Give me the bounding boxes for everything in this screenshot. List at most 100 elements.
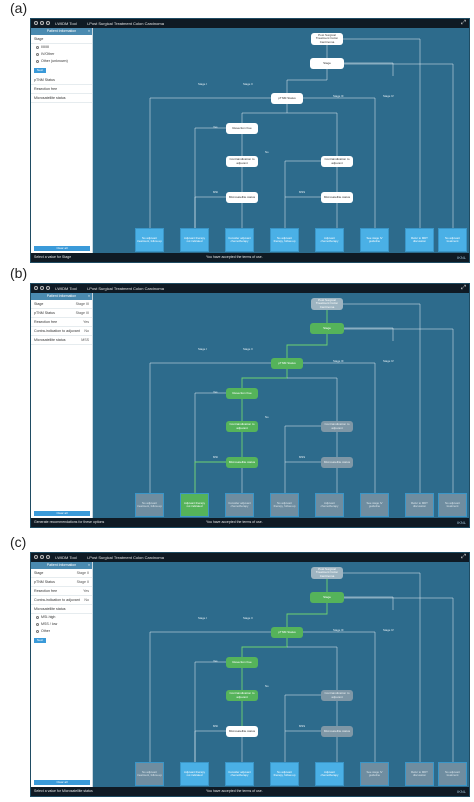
radio-option[interactable]: IV/Other	[31, 51, 92, 58]
sidebar-row[interactable]: Stage	[31, 35, 92, 44]
decision-node-micL[interactable]: Microsatellite status	[226, 457, 258, 468]
radio-icon[interactable]	[36, 45, 39, 49]
outcome-box[interactable]: No adjuvant therapy, follow-up	[270, 762, 299, 786]
terms-notice[interactable]: You have accepted the terms of use.	[206, 253, 263, 262]
radio-option[interactable]: Other (unknown)	[31, 58, 92, 65]
expand-icon[interactable]: ⤢	[461, 553, 466, 562]
outcome-box[interactable]: Adjuvant chemotherapy	[315, 762, 344, 786]
window-control-icon[interactable]	[40, 21, 44, 25]
sidebar-row[interactable]: Stage Stage II	[31, 569, 92, 578]
window-controls[interactable]	[34, 21, 50, 25]
decision-node-conR[interactable]: Contraindication to adjuvant	[321, 421, 353, 432]
outcome-box[interactable]: Adjuvant therapy not indicated	[180, 493, 209, 517]
window-control-icon[interactable]	[34, 286, 38, 290]
sidebar-row[interactable]: Microsatellite status	[31, 94, 92, 103]
sidebar-row[interactable]: Microsatellite status	[31, 605, 92, 614]
outcome-box[interactable]: Adjuvant therapy not indicated	[180, 228, 209, 252]
sidebar-row[interactable]: pTNM Status	[31, 76, 92, 85]
decision-node-conL[interactable]: Contraindication to adjuvant	[226, 690, 258, 701]
radio-option[interactable]: Other	[31, 628, 92, 635]
window-control-icon[interactable]	[40, 555, 44, 559]
terms-notice[interactable]: You have accepted the terms of use.	[206, 787, 263, 796]
window-control-icon[interactable]	[46, 21, 50, 25]
clear-all-button[interactable]: Clear all	[34, 511, 90, 516]
outcome-box[interactable]: No adjuvant treatment, follow-up	[135, 493, 164, 517]
outcome-box[interactable]: No adjuvant treatment	[438, 762, 467, 786]
radio-icon[interactable]	[36, 622, 39, 626]
terms-notice[interactable]: You have accepted the terms of use.	[206, 518, 263, 527]
close-icon[interactable]: ×	[88, 28, 90, 35]
decision-node-conL[interactable]: Contraindication to adjuvant	[226, 421, 258, 432]
window-control-icon[interactable]	[34, 21, 38, 25]
radio-icon[interactable]	[36, 629, 39, 633]
decision-node-top[interactable]: Post Surgical Treatment Colon Carcinoma	[311, 567, 343, 579]
outcome-box[interactable]: Refer to MDT discussion	[405, 493, 434, 517]
outcome-box[interactable]: Refer to MDT discussion	[405, 228, 434, 252]
sidebar-row[interactable]: pTNM Status Stage III	[31, 309, 92, 318]
sidebar-row[interactable]: pTNM Status Stage II	[31, 578, 92, 587]
outcome-box[interactable]: See stage IV guideline	[360, 493, 389, 517]
outcome-box[interactable]: No adjuvant treatment	[438, 493, 467, 517]
expand-icon[interactable]: ⤢	[461, 284, 466, 293]
close-icon[interactable]: ×	[88, 293, 90, 300]
decision-node-resL[interactable]: Resection free	[226, 123, 258, 134]
close-icon[interactable]: ×	[88, 562, 90, 569]
outcome-box[interactable]: No adjuvant treatment, follow-up	[135, 762, 164, 786]
sidebar-row[interactable]: Stage Stage III	[31, 300, 92, 309]
outcome-box[interactable]: Consider adjuvant chemotherapy	[225, 228, 254, 252]
expand-icon[interactable]: ⤢	[461, 19, 466, 28]
window-control-icon[interactable]	[40, 286, 44, 290]
outcome-box[interactable]: See stage IV guideline	[360, 228, 389, 252]
decision-node-conR[interactable]: Contraindication to adjuvant	[321, 156, 353, 167]
clear-all-button[interactable]: Clear all	[34, 246, 90, 251]
decision-node-top[interactable]: Post Surgical Treatment Colon Carcinoma	[311, 298, 343, 310]
sidebar-row[interactable]: Contra-indication to adjuvant No	[31, 327, 92, 336]
decision-node-stage[interactable]: Stage	[310, 592, 344, 603]
radio-icon[interactable]	[36, 52, 39, 56]
outcome-box[interactable]: Refer to MDT discussion	[405, 762, 434, 786]
sidebar-row[interactable]: Resection free Yes	[31, 587, 92, 596]
decision-node-micR[interactable]: Microsatellite status	[321, 457, 353, 468]
clear-all-button[interactable]: Clear all	[34, 780, 90, 785]
outcome-box[interactable]: See stage IV guideline	[360, 762, 389, 786]
decision-node-micL[interactable]: Microsatellite status	[226, 192, 258, 203]
next-button[interactable]: Next	[34, 638, 46, 643]
decision-node-resL[interactable]: Resection free	[226, 657, 258, 668]
decision-node-resL[interactable]: Resection free	[226, 388, 258, 399]
decision-node-micR[interactable]: Microsatellite status	[321, 192, 353, 203]
decision-node-micL[interactable]: Microsatellite status	[226, 726, 258, 737]
decision-node-ptnm[interactable]: pTNM Status	[271, 627, 303, 638]
outcome-box[interactable]: No adjuvant treatment	[438, 228, 467, 252]
sidebar-row[interactable]: Resection free	[31, 85, 92, 94]
decision-node-micR[interactable]: Microsatellite status	[321, 726, 353, 737]
outcome-box[interactable]: Consider adjuvant chemotherapy	[225, 493, 254, 517]
radio-option[interactable]: MSI-high	[31, 614, 92, 621]
outcome-box[interactable]: No adjuvant treatment, follow-up	[135, 228, 164, 252]
radio-option[interactable]: I/II/III	[31, 44, 92, 51]
window-controls[interactable]	[34, 286, 50, 290]
window-control-icon[interactable]	[34, 555, 38, 559]
outcome-box[interactable]: Adjuvant chemotherapy	[315, 228, 344, 252]
sidebar-row[interactable]: Microsatellite status MSS	[31, 336, 92, 345]
radio-icon[interactable]	[36, 59, 39, 63]
decision-node-conL[interactable]: Contraindication to adjuvant	[226, 156, 258, 167]
outcome-box[interactable]: Adjuvant therapy not indicated	[180, 762, 209, 786]
window-controls[interactable]	[34, 555, 50, 559]
outcome-box[interactable]: No adjuvant therapy, follow-up	[270, 493, 299, 517]
window-control-icon[interactable]	[46, 286, 50, 290]
outcome-box[interactable]: Adjuvant chemotherapy	[315, 493, 344, 517]
radio-option[interactable]: MSS / low	[31, 621, 92, 628]
window-control-icon[interactable]	[46, 555, 50, 559]
decision-node-conR[interactable]: Contraindication to adjuvant	[321, 690, 353, 701]
sidebar-row[interactable]: Contra-indication to adjuvant No	[31, 596, 92, 605]
outcome-box[interactable]: No adjuvant therapy, follow-up	[270, 228, 299, 252]
decision-node-ptnm[interactable]: pTNM Status	[271, 93, 303, 104]
decision-node-stage[interactable]: Stage	[310, 58, 344, 69]
decision-node-stage[interactable]: Stage	[310, 323, 344, 334]
next-button[interactable]: Next	[34, 68, 46, 73]
sidebar-row[interactable]: Resection free Yes	[31, 318, 92, 327]
radio-icon[interactable]	[36, 615, 39, 619]
decision-node-ptnm[interactable]: pTNM Status	[271, 358, 303, 369]
decision-node-top[interactable]: Post Surgical Treatment Colon Carcinoma	[311, 33, 343, 45]
outcome-box[interactable]: Consider adjuvant chemotherapy	[225, 762, 254, 786]
